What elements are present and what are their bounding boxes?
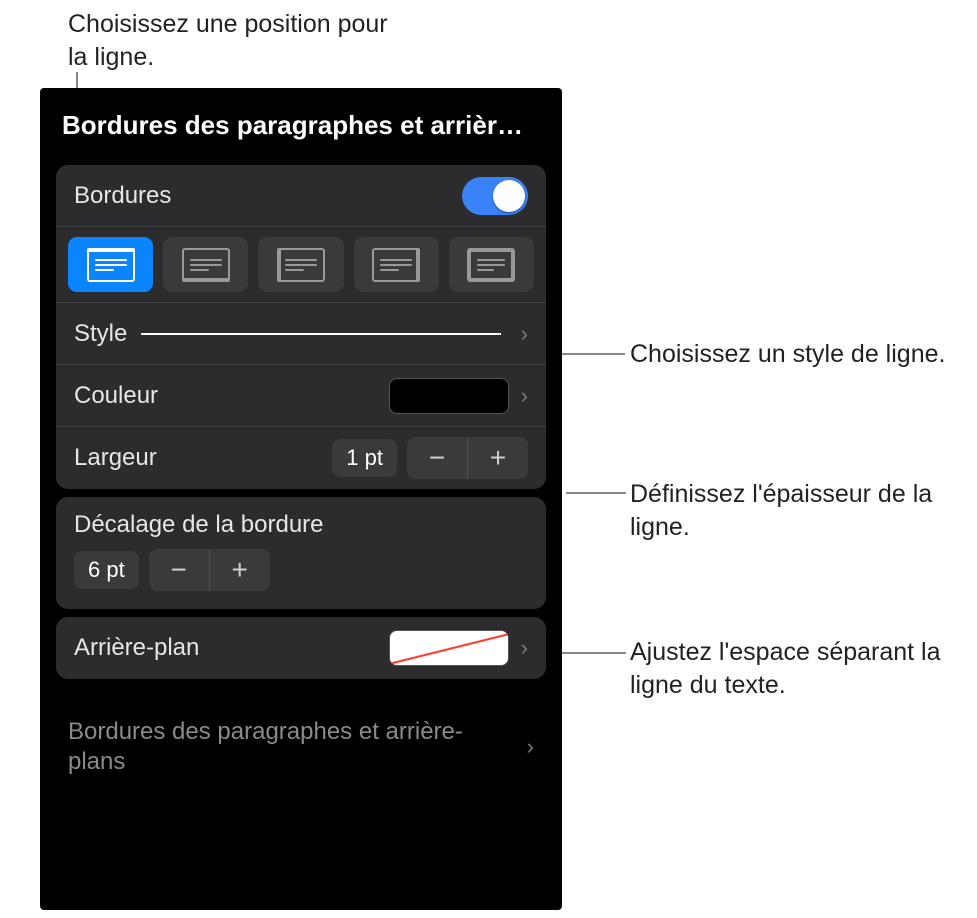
border-all-icon [467,248,515,282]
border-position-right[interactable] [354,237,439,292]
borders-group: Bordures [56,165,546,489]
offset-increase-button[interactable]: + [210,549,270,591]
offset-row: 6 pt − + [56,549,546,605]
border-position-left[interactable] [258,237,343,292]
border-left-icon [277,248,325,282]
border-position-bottom[interactable] [163,237,248,292]
border-top-icon [87,248,135,282]
inspector-panel: Bordures des paragraphes et arrièr… Bord… [40,88,562,910]
background-label: Arrière-plan [74,634,389,662]
panel-title: Bordures des paragraphes et arrièr… [40,88,562,157]
background-group: Arrière-plan › [56,617,546,679]
chevron-right-icon: › [527,734,534,760]
color-label: Couleur [74,382,389,410]
chevron-right-icon: › [521,635,528,661]
bottom-nav-item[interactable]: Bordures des paragraphes et arrière-plan… [56,709,546,785]
callout-width: Définissez l'épaisseur de la ligne. [630,478,970,543]
border-right-icon [372,248,420,282]
offset-section-label: Décalage de la bordure [56,511,546,549]
borders-toggle-row: Bordures [56,165,546,227]
background-swatch[interactable] [389,630,509,666]
callout-offset: Ajustez l'espace séparant la ligne du te… [630,636,970,701]
line-style-preview [141,333,500,335]
color-swatch[interactable] [389,378,509,414]
border-position-all[interactable] [449,237,534,292]
width-stepper: − + [407,437,528,479]
chevron-right-icon: › [521,321,528,347]
callout-position: Choisissez une position pour la ligne. [68,8,388,73]
width-increase-button[interactable]: + [468,437,528,479]
style-label: Style [74,320,127,348]
border-position-row [56,227,546,303]
color-row[interactable]: Couleur › [56,365,546,427]
border-bottom-icon [182,248,230,282]
width-label: Largeur [74,444,332,472]
chevron-right-icon: › [521,383,528,409]
offset-group: Décalage de la bordure 6 pt − + [56,497,546,609]
border-position-top[interactable] [68,237,153,292]
borders-label: Bordures [74,182,462,210]
offset-value[interactable]: 6 pt [74,551,139,589]
borders-toggle[interactable] [462,177,528,215]
callout-style-line [560,353,625,355]
style-row[interactable]: Style › [56,303,546,365]
width-decrease-button[interactable]: − [407,437,467,479]
bottom-nav-label: Bordures des paragraphes et arrière-plan… [68,717,515,777]
background-row[interactable]: Arrière-plan › [56,617,546,679]
offset-decrease-button[interactable]: − [149,549,209,591]
callout-style: Choisissez un style de ligne. [630,338,950,371]
toggle-knob [493,180,525,212]
width-row: Largeur 1 pt − + [56,427,546,489]
offset-stepper: − + [149,549,270,591]
width-value[interactable]: 1 pt [332,439,397,477]
callout-width-line [566,492,626,494]
